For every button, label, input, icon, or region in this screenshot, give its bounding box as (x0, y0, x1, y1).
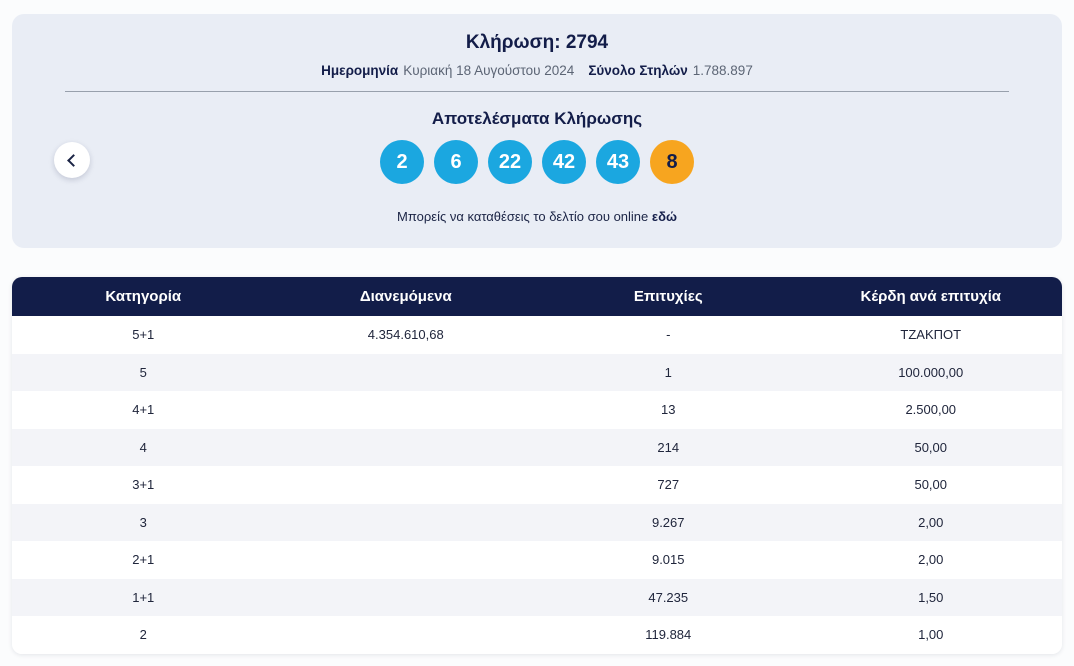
cell-winners: - (666, 327, 671, 343)
table-row: 3 9.267 2,00 (12, 503, 1062, 541)
results-heading: Αποτελέσματα Κλήρωσης (431, 109, 643, 128)
table-row: 3+1 727 50,00 (12, 466, 1062, 504)
cell-distributed: 4.354.610,68 (367, 327, 444, 343)
cell-winners: 1 (664, 364, 672, 380)
lottery-ball: 8 (650, 140, 694, 184)
draw-title: Κλήρωση: 2794 (12, 32, 1062, 54)
cell-winners: 9.015 (651, 552, 685, 568)
cell-category: 3+1 (132, 477, 155, 493)
cell-prize: 2,00 (918, 552, 944, 568)
lottery-ball: 43 (596, 140, 640, 184)
lottery-ball: 42 (542, 140, 586, 184)
online-submit-text: Μπορείς να καταθέσεις το δελτίο σου onli… (397, 209, 649, 224)
cell-category: 4 (139, 439, 147, 455)
prize-table: Κατηγορία Διανεμόμενα Επιτυχίες Κέρδη αν… (12, 277, 1062, 654)
table-row: 5 1 100.000,00 (12, 353, 1062, 391)
cell-prize: 50,00 (914, 477, 948, 493)
previous-draw-button[interactable] (54, 142, 90, 178)
cell-winners: 9.267 (651, 514, 685, 530)
draw-date-value: Κυριακή 18 Αυγούστου 2024 (403, 63, 575, 78)
draw-date: Ημερομηνία Κυριακή 18 Αυγούστου 2024 (321, 62, 574, 79)
prize-table-header-cell: Κέρδη ανά επιτυχία (860, 288, 1001, 305)
draw-date-label: Ημερομηνία (321, 63, 399, 78)
total-columns: Σύνολο Στηλών 1.788.897 (588, 62, 753, 79)
lottery-ball: 6 (434, 140, 478, 184)
cell-winners: 119.884 (645, 627, 692, 643)
cell-category: 5 (139, 364, 147, 380)
lottery-ball: 22 (488, 140, 532, 184)
cell-category: 5+1 (132, 327, 155, 343)
cell-prize: 2,00 (918, 514, 944, 530)
chevron-left-icon (67, 153, 80, 167)
total-columns-label: Σύνολο Στηλών (588, 63, 688, 78)
cell-winners: 214 (657, 439, 680, 455)
table-row: 5+1 4.354.610,68 - ΤΖΑΚΠΟΤ (12, 316, 1062, 354)
cell-category: 2+1 (132, 552, 155, 568)
total-columns-value: 1.788.897 (692, 63, 753, 78)
lottery-ball-number: 8 (666, 150, 678, 173)
draw-meta: Ημερομηνία Κυριακή 18 Αυγούστου 2024 Σύν… (12, 62, 1062, 79)
prize-table-header-cell: Διανεμόμενα (359, 288, 452, 305)
online-submit-link[interactable]: εδώ (652, 209, 677, 224)
draw-title-label: Κλήρωση: (465, 32, 561, 53)
card-divider (65, 91, 1009, 92)
table-row: 2+1 9.015 2,00 (12, 541, 1062, 579)
lottery-ball-number: 43 (606, 150, 630, 173)
lottery-ball-number: 22 (498, 150, 522, 173)
cell-category: 3 (139, 514, 147, 530)
cell-prize: 1,00 (918, 627, 944, 643)
online-submit-line: Μπορείς να καταθέσεις το δελτίο σου onli… (12, 209, 1062, 225)
cell-category: 4+1 (132, 402, 155, 418)
prize-table-header-cell: Επιτυχίες (633, 288, 703, 305)
table-row: 1+1 47.235 1,50 (12, 578, 1062, 616)
cell-winners: 47.235 (648, 589, 689, 605)
table-row: 4+1 13 2.500,00 (12, 391, 1062, 429)
lottery-ball-number: 2 (396, 150, 408, 173)
prize-table-body: 5+1 4.354.610,68 - ΤΖΑΚΠΟΤ 5 1 100.000,0… (12, 316, 1062, 654)
lottery-ball: 2 (380, 140, 424, 184)
cell-prize: 100.000,00 (898, 364, 964, 380)
cell-prize: 1,50 (918, 589, 944, 605)
cell-prize: 2.500,00 (905, 402, 957, 418)
table-row: 4 214 50,00 (12, 428, 1062, 466)
cell-category: 2 (139, 627, 147, 643)
lottery-ball-number: 6 (450, 150, 462, 173)
cell-winners: 727 (657, 477, 680, 493)
draw-results-card: Κλήρωση: 2794 Ημερομηνία Κυριακή 18 Αυγο… (12, 14, 1062, 248)
prize-table-header: Κατηγορία Διανεμόμενα Επιτυχίες Κέρδη αν… (12, 277, 1062, 316)
winning-numbers: 2 6 22 42 43 8 (12, 140, 1062, 184)
prize-table-header-cell: Κατηγορία (105, 288, 182, 305)
table-row: 2 119.884 1,00 (12, 616, 1062, 654)
cell-winners: 13 (661, 402, 676, 418)
cell-category: 1+1 (132, 589, 155, 605)
cell-prize: 50,00 (914, 439, 948, 455)
draw-title-number: 2794 (565, 32, 609, 53)
lottery-ball-number: 42 (552, 150, 576, 173)
cell-prize: ΤΖΑΚΠΟΤ (900, 327, 962, 343)
